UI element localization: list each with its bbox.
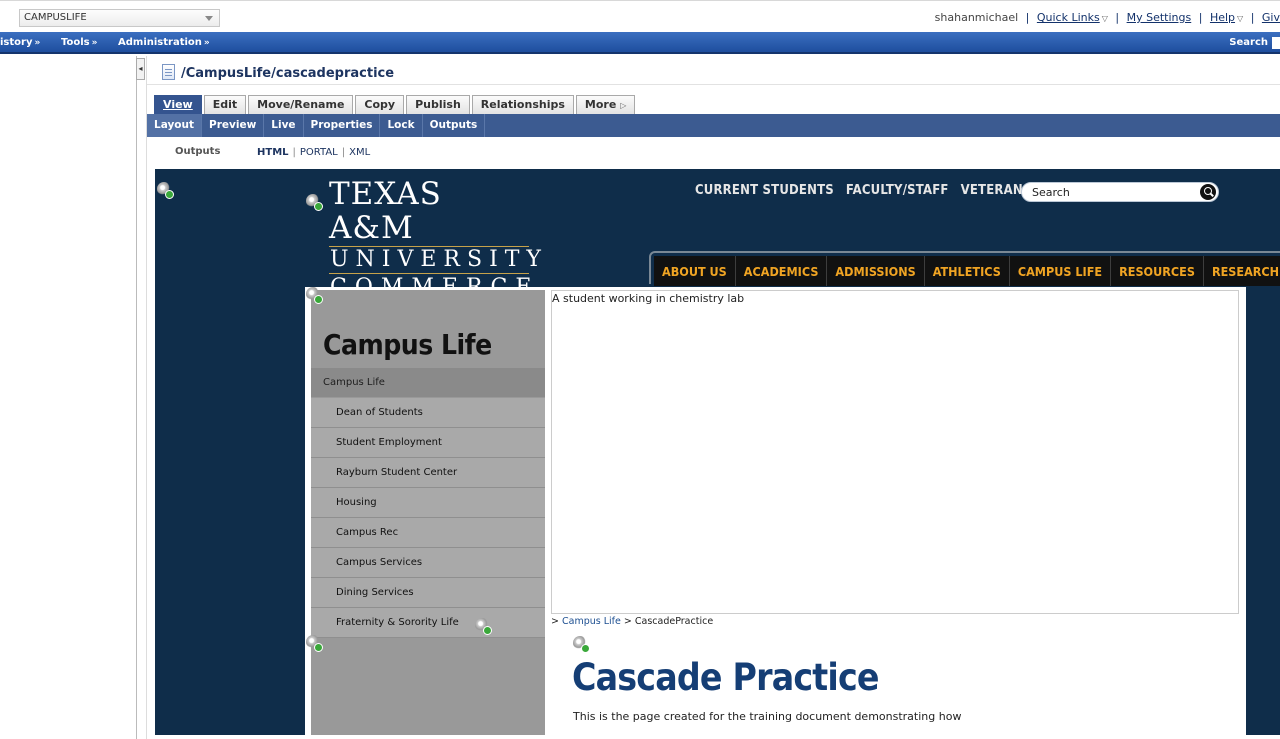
hero-image: A student working in chemistry lab — [551, 290, 1239, 614]
tab-publish[interactable]: Publish — [406, 95, 470, 114]
breadcrumb-link[interactable]: Campus Life — [562, 616, 621, 627]
outputs-label: Outputs — [175, 146, 221, 157]
breadcrumb-current: CascadePractice — [634, 616, 714, 627]
chevron-down-icon: ▽ — [1237, 14, 1244, 23]
tab-more[interactable]: More ▷ — [575, 95, 636, 114]
outputs-row: Outputs HTML | PORTAL | XML — [147, 138, 1280, 168]
breadcrumb: > Campus Life > CascadePractice — [551, 616, 714, 627]
main-menu-bar: istory» Tools» Administration» Search — [0, 32, 1280, 54]
search-icon[interactable] — [1200, 184, 1216, 200]
top-bar: CAMPUSLIFE shahanmichael | Quick Links ▽ … — [0, 0, 1280, 32]
faculty-staff-link[interactable]: FACULTY/STAFF — [846, 183, 949, 198]
history-menu[interactable]: istory» — [0, 37, 40, 48]
region-edit-icon[interactable] — [475, 618, 492, 635]
site-selector[interactable]: CAMPUSLIFE — [19, 9, 220, 27]
page-title: Cascade Practice — [572, 656, 880, 699]
nav-campus-life[interactable]: CAMPUS LIFE — [1009, 256, 1112, 286]
nav-academics[interactable]: ACADEMICS — [735, 256, 828, 286]
university-logo[interactable]: TEXAS A&M UNIVERSITY COMMERCE — [329, 177, 541, 304]
chevron-right-icon: ▷ — [620, 101, 627, 110]
section-nav-item[interactable]: Dining Services — [311, 578, 545, 608]
output-links: HTML | PORTAL | XML — [257, 147, 371, 158]
section-nav-item[interactable]: Dean of Students — [311, 398, 545, 428]
help-link[interactable]: Help — [1210, 11, 1235, 24]
subtab-lock[interactable]: Lock — [380, 114, 423, 137]
section-nav-item[interactable]: Fraternity & Sorority Life — [311, 608, 545, 638]
section-nav-item[interactable]: Housing — [311, 488, 545, 518]
article: Cascade Practice This is the page create… — [552, 634, 1242, 735]
asset-path-text: /CampusLife/cascadepractice — [181, 66, 395, 81]
collapse-sidebar-icon[interactable]: ◂ — [136, 58, 145, 80]
output-html-link[interactable]: HTML — [257, 147, 289, 158]
my-settings-link[interactable]: My Settings — [1127, 11, 1192, 24]
administration-menu[interactable]: Administration» — [118, 37, 210, 48]
output-portal-link[interactable]: PORTAL — [300, 147, 338, 158]
region-edit-icon[interactable] — [306, 287, 323, 304]
asset-path: /CampusLife/cascadepractice — [162, 64, 394, 82]
give-link[interactable]: Giv — [1262, 11, 1280, 24]
nav-admissions[interactable]: ADMISSIONS — [827, 256, 925, 286]
search-label[interactable]: Search — [1229, 37, 1268, 48]
page-preview: TEXAS A&M UNIVERSITY COMMERCE CURRENT ST… — [155, 169, 1280, 735]
section-nav-current[interactable]: Campus Life — [311, 368, 545, 397]
section-nav-item[interactable]: Campus Rec — [311, 518, 545, 548]
double-chevron-icon: » — [91, 38, 98, 48]
region-edit-icon[interactable] — [157, 182, 174, 199]
section-nav: Campus Life Campus Life Dean of Students… — [311, 290, 545, 735]
output-xml-link[interactable]: XML — [349, 147, 370, 158]
nav-about-us[interactable]: ABOUT US — [654, 256, 736, 286]
nav-research[interactable]: RESEARCH — [1203, 256, 1280, 286]
subtab-live[interactable]: Live — [264, 114, 304, 137]
current-students-link[interactable]: CURRENT STUDENTS — [695, 183, 834, 198]
asset-tree-sidebar — [0, 56, 137, 739]
tab-view[interactable]: View — [154, 95, 202, 114]
tools-menu[interactable]: Tools» — [61, 37, 97, 48]
tab-relationships[interactable]: Relationships — [471, 95, 574, 114]
site-selector-value: CAMPUSLIFE — [24, 12, 87, 23]
site-search-input[interactable]: Search — [1021, 182, 1219, 202]
audience-links: CURRENT STUDENTS FACULTY/STAFF VETERANS — [695, 183, 1032, 198]
subtab-outputs[interactable]: Outputs — [423, 114, 486, 137]
subtab-preview[interactable]: Preview — [202, 114, 265, 137]
region-edit-icon[interactable] — [306, 635, 323, 652]
tab-copy[interactable]: Copy — [355, 95, 405, 114]
double-chevron-icon: » — [203, 38, 210, 48]
section-nav-item[interactable]: Student Employment — [311, 428, 545, 458]
section-title: Campus Life — [323, 328, 492, 361]
nav-athletics[interactable]: ATHLETICS — [924, 256, 1010, 286]
subtab-layout[interactable]: Layout — [147, 114, 203, 137]
section-nav-item[interactable]: Campus Services — [311, 548, 545, 578]
subtab-properties[interactable]: Properties — [304, 114, 381, 137]
quick-links-link[interactable]: Quick Links — [1037, 11, 1100, 24]
hero-image-alt-text: A student working in chemistry lab — [552, 292, 745, 305]
search-input[interactable] — [1272, 37, 1280, 49]
region-edit-icon[interactable] — [306, 194, 323, 211]
chevron-down-icon: ▽ — [1101, 14, 1108, 23]
region-edit-icon[interactable] — [573, 636, 590, 653]
double-chevron-icon: » — [34, 38, 41, 48]
view-subtabs: Layout Preview Live Properties Lock Outp… — [147, 114, 1280, 137]
user-links: shahanmichael | Quick Links ▽ | My Settin… — [934, 11, 1280, 24]
divider — [147, 84, 1280, 85]
tab-move-rename[interactable]: Move/Rename — [248, 95, 354, 114]
action-tabs: View Edit Move/Rename Copy Publish Relat… — [154, 95, 636, 114]
chevron-down-icon — [205, 16, 213, 21]
tab-edit[interactable]: Edit — [203, 95, 247, 114]
page-icon — [162, 64, 175, 80]
username: shahanmichael — [934, 11, 1019, 24]
site-main-nav: ABOUT US ACADEMICS ADMISSIONS ATHLETICS … — [649, 251, 1280, 286]
nav-resources[interactable]: RESOURCES — [1111, 256, 1204, 286]
section-nav-item[interactable]: Rayburn Student Center — [311, 458, 545, 488]
article-body: This is the page created for the trainin… — [573, 710, 962, 723]
